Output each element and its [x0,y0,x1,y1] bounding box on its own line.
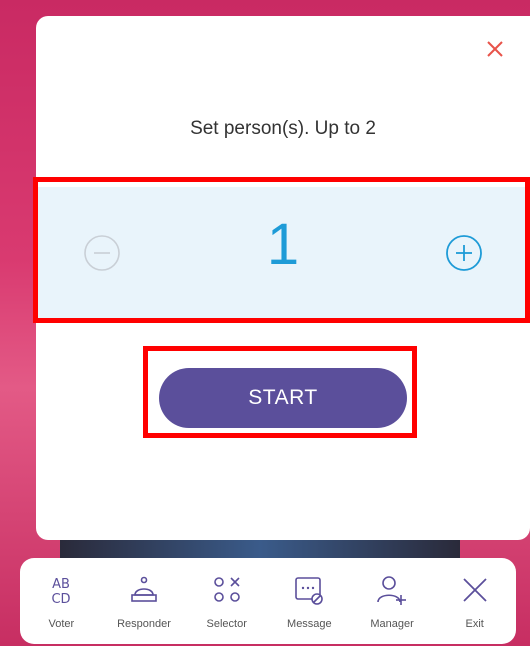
abcd-icon: AB CD [52,577,71,607]
close-button[interactable] [482,36,508,62]
toolbar-item-label: Responder [117,618,171,630]
start-button[interactable]: START [159,368,407,428]
bell-icon [131,576,157,602]
exit-icon [463,578,487,602]
toolbar-item-exit[interactable]: Exit [433,558,516,644]
toolbar-item-label: Manager [370,618,414,630]
toolbar-item-message[interactable]: Message [268,558,351,644]
bottom-toolbar: AB CD Voter Responder Selector Message M… [20,558,516,644]
set-persons-dialog: Set person(s). Up to 2 1 START [36,16,530,540]
person-count-stepper: 1 [36,187,530,319]
toolbar-item-label: Voter [48,618,75,630]
toolbar-item-selector[interactable]: Selector [185,558,268,644]
increment-button[interactable] [444,233,484,273]
dialog-title: Set person(s). Up to 2 [190,118,376,139]
plus-circle-icon [446,235,482,271]
toolbar-item-label: Exit [465,618,484,630]
message-icon [295,577,324,605]
toolbar-item-manager[interactable]: Manager [351,558,434,644]
svg-text:CD: CD [52,592,71,607]
toolbar-item-label: Selector [206,618,247,630]
toolbar-item-responder[interactable]: Responder [103,558,186,644]
toolbar-item-label: Message [287,618,332,630]
svg-text:AB: AB [52,577,70,592]
close-icon [487,41,503,57]
selector-icon [213,577,240,602]
toolbar-item-voter[interactable]: AB CD Voter [20,558,103,644]
add-user-icon [377,576,407,605]
